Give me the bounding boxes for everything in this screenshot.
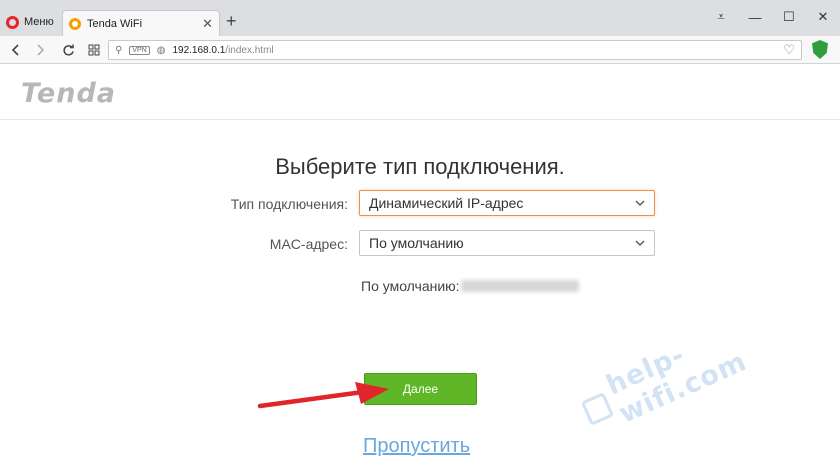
connection-type-select[interactable]: Динамический IP-адрес [359,190,655,216]
search-icon: ⚲ [115,44,123,56]
opera-logo-icon [6,15,19,29]
tab-title: Tenda WiFi [87,17,143,30]
chevron-down-icon [635,200,645,206]
browser-nav-bar: ⚲ VPN ◍ 192.168.0.1 /index.html ♡ [0,36,840,64]
router-setup-page: Tenda Выберите тип подключения. Тип подк… [0,64,840,468]
window-controls: ⩡ — ☐ ✕ [704,6,840,28]
url-host: 192.168.0.1 [172,44,226,56]
opera-menu-button[interactable]: Меню [6,12,54,32]
browser-tab-strip: Меню Tenda WiFi ✕ + ⩡ — ☐ ✕ [0,0,840,36]
chevron-down-icon [635,240,645,246]
address-bar[interactable]: ⚲ VPN ◍ 192.168.0.1 /index.html ♡ [108,40,802,60]
watermark: help-wifi.com [578,298,814,432]
tenda-logo: Tenda [21,78,117,109]
tenda-favicon-icon [69,17,81,30]
chevron-right-icon [37,44,45,56]
mac-address-value: По умолчанию [369,235,464,251]
minimize-button[interactable]: — [738,6,772,28]
new-tab-button[interactable]: + [226,12,237,30]
browser-tab[interactable]: Tenda WiFi ✕ [62,10,220,36]
mac-address-select[interactable]: По умолчанию [359,230,655,256]
connection-type-row: Тип подключения: Динамический IP-адрес [0,190,840,216]
reload-icon [62,44,74,56]
grid-icon [88,44,100,56]
connection-type-label: Тип подключения: [230,196,348,212]
blurred-mac-value [460,280,579,292]
wifi-router-icon [580,391,615,426]
url-path: /index.html [225,44,274,56]
annotation-arrow [257,382,389,409]
mac-address-label: MAC-адрес: [269,236,348,252]
tab-close-icon[interactable]: ✕ [202,16,213,32]
maximize-button[interactable]: ☐ [772,6,806,28]
default-mac-line: По умолчанию: [361,278,579,294]
heart-icon[interactable]: ♡ [783,42,795,58]
back-button[interactable] [6,40,26,60]
reload-button[interactable] [58,40,78,60]
speed-dial-button[interactable] [84,40,104,60]
skip-link[interactable]: Пропустить [363,435,470,458]
page-title: Выберите тип подключения. [275,154,565,179]
close-window-button[interactable]: ✕ [806,6,840,28]
connection-type-value: Динамический IP-адрес [369,195,524,211]
forward-button[interactable] [30,40,50,60]
watermark-text: help-wifi.com [601,339,752,430]
chevron-left-icon [11,44,19,56]
globe-icon[interactable]: ◍ [157,45,166,56]
mac-address-row: MAC-адрес: По умолчанию [0,230,840,256]
default-mac-label: По умолчанию: [361,278,460,294]
tab-menu-icon[interactable]: ⩡ [704,6,738,28]
page-header: Tenda [0,64,840,120]
opera-menu-label: Меню [24,16,54,28]
vpn-badge[interactable]: VPN [129,45,150,55]
